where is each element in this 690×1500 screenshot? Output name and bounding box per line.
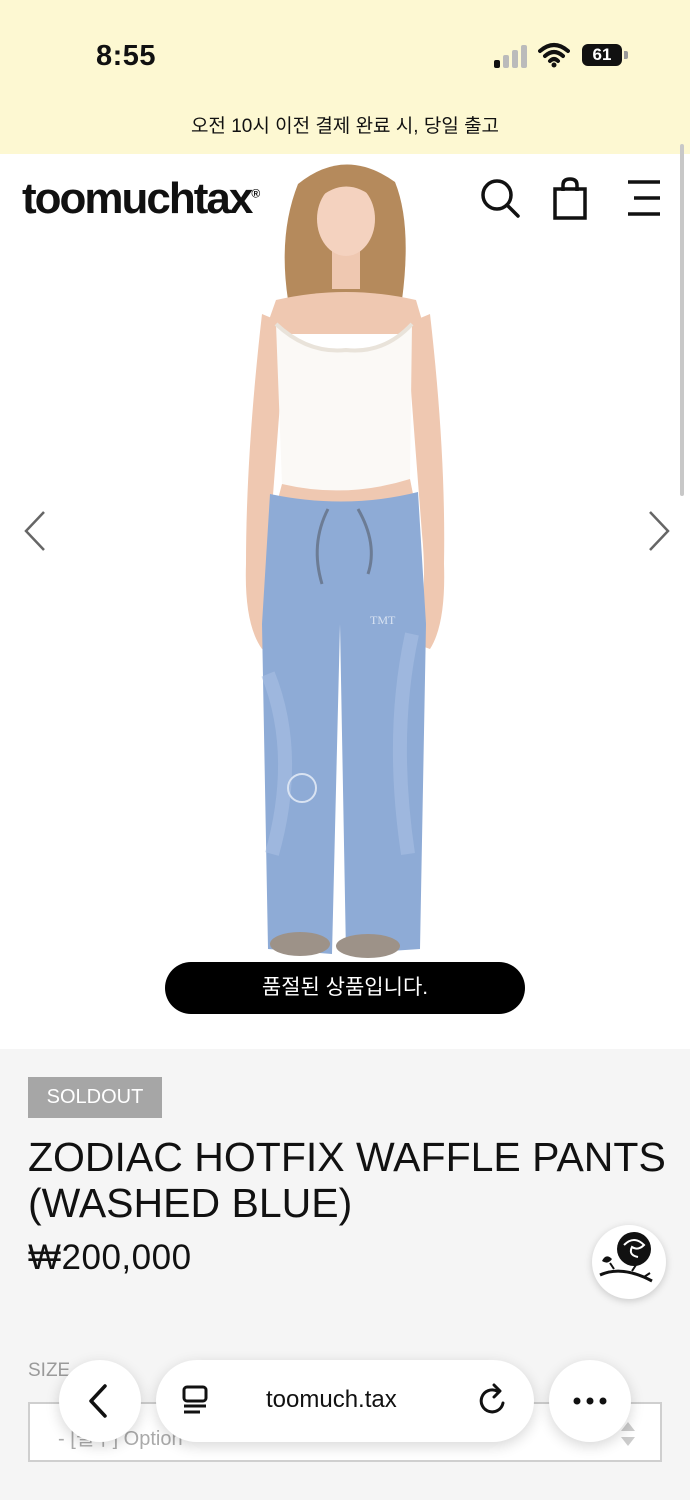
product-gallery[interactable]: TMT toomuchtax® 품절된 상품입니다.: [0, 154, 690, 1049]
status-bar: 8:55 61: [0, 0, 690, 100]
svg-text:TMT: TMT: [370, 613, 396, 627]
brand-logo-text: toomuchtax: [22, 174, 253, 223]
chevron-right-icon[interactable]: [642, 508, 672, 554]
shopping-bag-icon[interactable]: [548, 176, 592, 220]
rose-icon: [599, 1232, 653, 1283]
battery-icon: 61: [582, 44, 622, 66]
menu-icon[interactable]: [622, 176, 666, 220]
reload-icon[interactable]: [474, 1381, 514, 1421]
browser-back-button[interactable]: [59, 1360, 141, 1442]
product-price: ₩200,000: [28, 1238, 192, 1277]
browser-url: toomuch.tax: [266, 1386, 397, 1413]
more-icon: [573, 1397, 607, 1405]
back-icon: [89, 1384, 107, 1418]
wifi-icon: [538, 43, 570, 68]
shipping-notice-banner: 오전 10시 이전 결제 완료 시, 당일 출고: [0, 100, 690, 154]
brand-logo[interactable]: toomuchtax®: [22, 174, 260, 224]
rose-chat-button[interactable]: [592, 1225, 666, 1299]
cellular-signal-icon: [494, 44, 528, 68]
soldout-toast: 품절된 상품입니다.: [165, 962, 525, 1014]
chevron-left-icon[interactable]: [22, 508, 52, 554]
product-title: ZODIAC HOTFIX WAFFLE PANTS (WASHED BLUE): [28, 1134, 666, 1226]
status-time: 8:55: [96, 40, 157, 72]
page-scrollbar[interactable]: [680, 144, 684, 496]
battery-tip: [624, 51, 628, 59]
product-image: TMT: [245, 164, 445, 958]
registered-mark: ®: [251, 186, 260, 201]
browser-address-bar[interactable]: toomuch.tax: [156, 1360, 534, 1442]
tabs-icon[interactable]: [176, 1381, 216, 1421]
search-icon[interactable]: [478, 176, 522, 220]
browser-more-button[interactable]: [549, 1360, 631, 1442]
soldout-badge: SOLDOUT: [28, 1077, 162, 1118]
